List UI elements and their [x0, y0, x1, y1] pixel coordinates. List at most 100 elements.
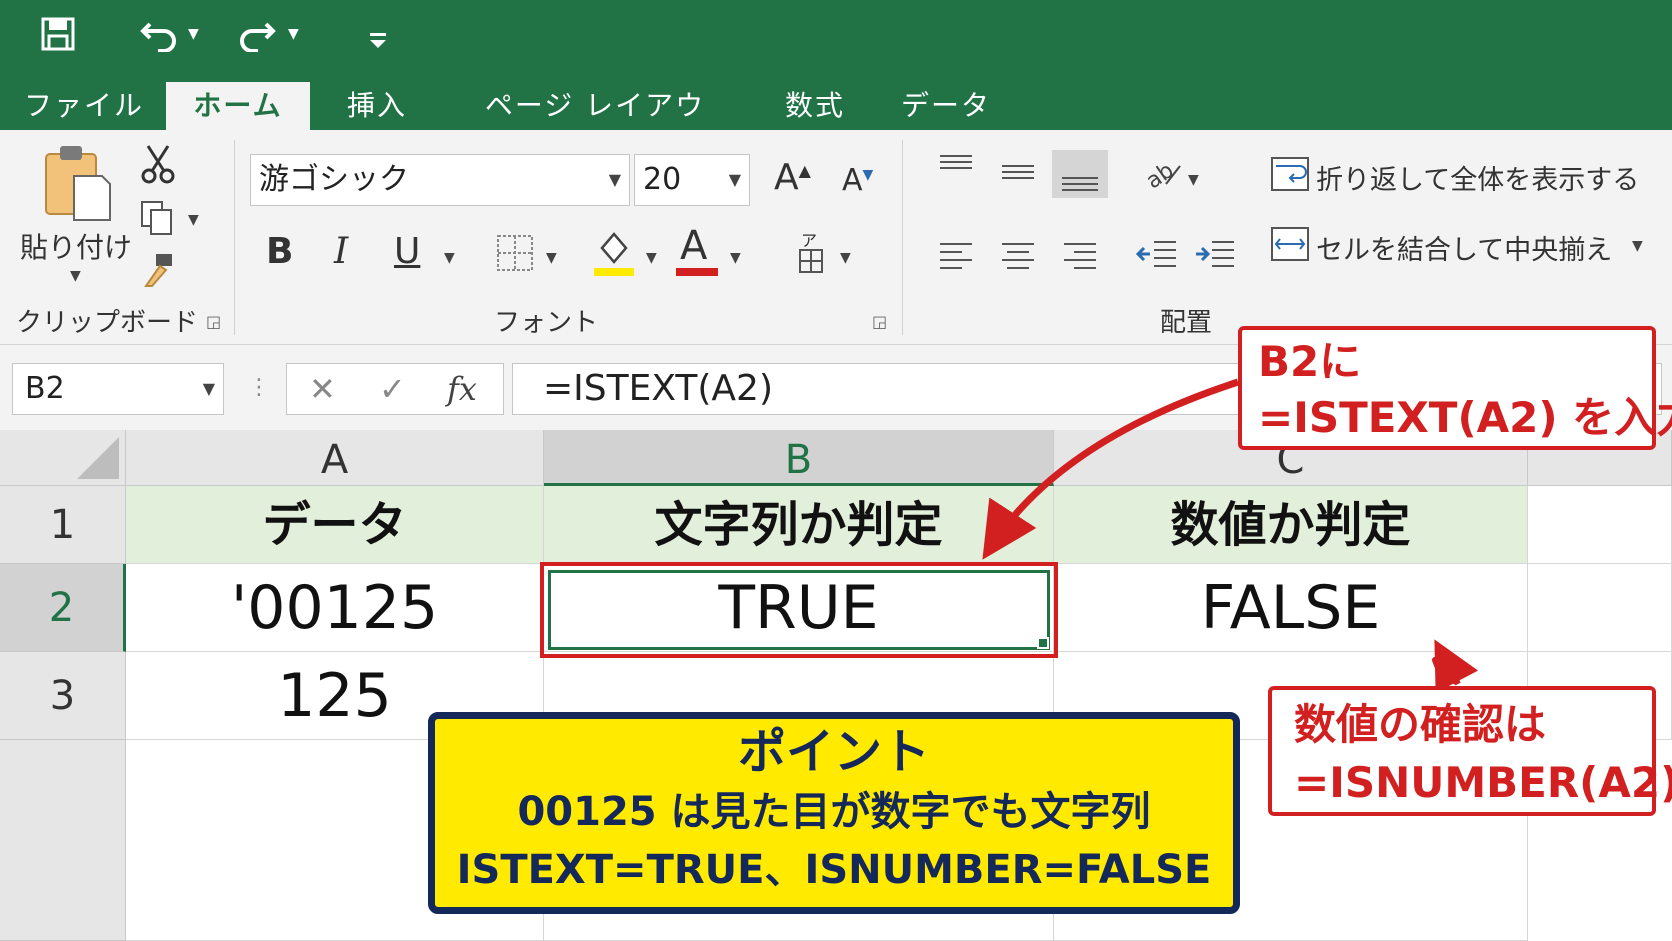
- undo-icon[interactable]: [140, 16, 180, 58]
- undo-dropdown-icon[interactable]: ▼: [188, 26, 199, 42]
- bold-button[interactable]: B: [266, 234, 293, 270]
- font-size-select[interactable]: 20 ▼: [634, 154, 750, 206]
- align-bottom-icon[interactable]: [1052, 150, 1108, 198]
- format-painter-icon[interactable]: [142, 252, 176, 292]
- font-size-dropdown-icon[interactable]: ▼: [729, 155, 741, 205]
- callout-number-line1: 数値の確認は: [1294, 700, 1547, 749]
- tab-insert[interactable]: 挿入: [330, 82, 424, 130]
- borders-dropdown-icon[interactable]: ▼: [546, 250, 557, 266]
- merge-center-icon[interactable]: [1270, 226, 1310, 266]
- copy-dropdown-icon[interactable]: ▼: [188, 212, 199, 228]
- increase-font-size-icon[interactable]: A▲: [774, 160, 811, 196]
- font-color-glyph: A: [680, 223, 708, 269]
- point-box: ポイント 00125 は見た目が数字でも文字列 ISTEXT=TRUE、ISNU…: [428, 712, 1240, 914]
- customize-qat-icon[interactable]: [366, 24, 390, 58]
- tab-data[interactable]: データ: [896, 82, 996, 130]
- group-separator: [902, 140, 903, 335]
- font-color-dropdown-icon[interactable]: ▼: [730, 250, 741, 266]
- point-line2: ISTEXT=TRUE、ISNUMBER=FALSE: [456, 847, 1212, 893]
- align-center-icon[interactable]: [998, 240, 1038, 278]
- alignment-group-label: 配置: [1160, 308, 1213, 338]
- callout-number-check: 数値の確認は =ISNUMBER(A2): [1268, 686, 1672, 816]
- cell-a2[interactable]: '00125: [126, 564, 544, 652]
- decrease-indent-icon[interactable]: [1135, 238, 1178, 278]
- underline-dropdown-icon[interactable]: ▼: [444, 250, 455, 266]
- cell-c2[interactable]: FALSE: [1054, 564, 1528, 652]
- active-cell-highlight: [540, 562, 1058, 658]
- decrease-font-size-icon[interactable]: A▼: [842, 166, 873, 196]
- tab-file[interactable]: ファイル: [14, 82, 154, 130]
- callout-b2-input: B2に =ISTEXT(A2) を入力: [1238, 326, 1672, 450]
- wrap-text-button[interactable]: 折り返して全体を表示する: [1316, 158, 1639, 197]
- align-right-icon[interactable]: [1060, 240, 1100, 278]
- save-icon[interactable]: [40, 16, 76, 58]
- callout-number-line2: =ISNUMBER(A2): [1294, 758, 1672, 807]
- ribbon-tabs: ファイル ホーム 挿入 ページ レイアウト 数式 データ: [0, 72, 1672, 170]
- underline-button[interactable]: U: [394, 234, 420, 270]
- cell-b1[interactable]: 文字列か判定: [544, 486, 1054, 564]
- align-top-icon[interactable]: [936, 154, 976, 182]
- phonetic-guide-icon[interactable]: ア: [796, 230, 826, 278]
- font-name-select[interactable]: 游ゴシック ▼: [250, 154, 630, 206]
- borders-icon[interactable]: [496, 234, 534, 276]
- wrap-text-icon[interactable]: [1270, 156, 1310, 196]
- fill-color-dropdown-icon[interactable]: ▼: [646, 250, 657, 266]
- redo-icon[interactable]: [236, 16, 276, 58]
- name-box-value: B2: [25, 371, 65, 406]
- redo-dropdown-icon[interactable]: ▼: [288, 26, 299, 42]
- cell-a1[interactable]: データ: [126, 486, 544, 564]
- paste-button[interactable]: 貼り付け: [20, 226, 132, 266]
- fill-color-icon[interactable]: [592, 228, 636, 280]
- select-all-button[interactable]: [0, 430, 126, 486]
- paste-icon[interactable]: [44, 142, 114, 226]
- row-header-2[interactable]: 2: [0, 564, 126, 652]
- enter-icon[interactable]: ✓: [379, 370, 406, 408]
- insert-function-icon[interactable]: fx: [447, 370, 477, 408]
- paste-dropdown-icon[interactable]: ▼: [70, 268, 81, 284]
- font-name-value: 游ゴシック: [259, 162, 409, 197]
- ribbon-home: 貼り付け ▼ ▼ クリップボード ◲ 游ゴシック ▼ 20 ▼ A▲ A▼ B …: [0, 130, 1672, 345]
- cancel-icon[interactable]: ✕: [309, 370, 336, 408]
- tab-page-layout[interactable]: ページ レイアウト: [470, 82, 720, 170]
- tab-formulas[interactable]: 数式: [770, 82, 860, 130]
- column-header-a[interactable]: A: [126, 430, 544, 486]
- callout-b2-line1: B2に: [1258, 337, 1362, 386]
- align-left-icon[interactable]: [936, 240, 976, 278]
- copy-icon[interactable]: [140, 200, 174, 240]
- align-middle-icon[interactable]: [998, 162, 1038, 190]
- cut-icon[interactable]: [140, 144, 176, 188]
- clipboard-launcher-icon[interactable]: ◲: [206, 312, 221, 331]
- point-title: ポイント: [737, 724, 930, 780]
- row-header-4[interactable]: [0, 740, 126, 941]
- point-line1: 00125 は見た目が数字でも文字列: [517, 789, 1151, 835]
- active-cell-border: [548, 570, 1050, 650]
- orientation-icon[interactable]: ab: [1140, 152, 1186, 196]
- row-header-1[interactable]: 1: [0, 486, 126, 564]
- font-name-dropdown-icon[interactable]: ▼: [609, 155, 621, 205]
- formula-buttons: ✕ ✓ fx: [286, 363, 504, 415]
- font-color-icon[interactable]: A: [674, 226, 720, 278]
- font-launcher-icon[interactable]: ◲: [872, 312, 887, 331]
- font-size-value: 20: [643, 162, 682, 197]
- increase-indent-icon[interactable]: [1194, 238, 1236, 278]
- group-separator: [234, 140, 235, 335]
- merge-center-button[interactable]: セルを結合して中央揃え: [1316, 228, 1612, 267]
- callout-b2-line2: =ISTEXT(A2) を入力: [1258, 393, 1672, 442]
- row-header-3[interactable]: 3: [0, 652, 126, 740]
- name-box[interactable]: B2 ▼: [12, 363, 224, 415]
- font-group-label: フォント: [494, 308, 599, 338]
- orientation-dropdown-icon[interactable]: ▼: [1188, 172, 1199, 188]
- svg-text:ア: ア: [801, 231, 817, 250]
- italic-button[interactable]: I: [334, 234, 348, 270]
- cell-c1[interactable]: 数値か判定: [1054, 486, 1528, 564]
- formula-bar-handle-icon[interactable]: ⋮: [248, 375, 270, 400]
- column-header-b[interactable]: B: [544, 430, 1054, 486]
- name-box-dropdown-icon[interactable]: ▼: [203, 364, 215, 414]
- cell-d2[interactable]: [1528, 564, 1672, 652]
- tab-home[interactable]: ホーム: [166, 82, 310, 130]
- title-bar: ▼ ▼: [0, 0, 1672, 72]
- fill-handle[interactable]: [1037, 637, 1049, 649]
- merge-center-dropdown-icon[interactable]: ▼: [1632, 238, 1643, 254]
- phonetic-dropdown-icon[interactable]: ▼: [840, 250, 851, 266]
- cell-d1[interactable]: [1528, 486, 1672, 564]
